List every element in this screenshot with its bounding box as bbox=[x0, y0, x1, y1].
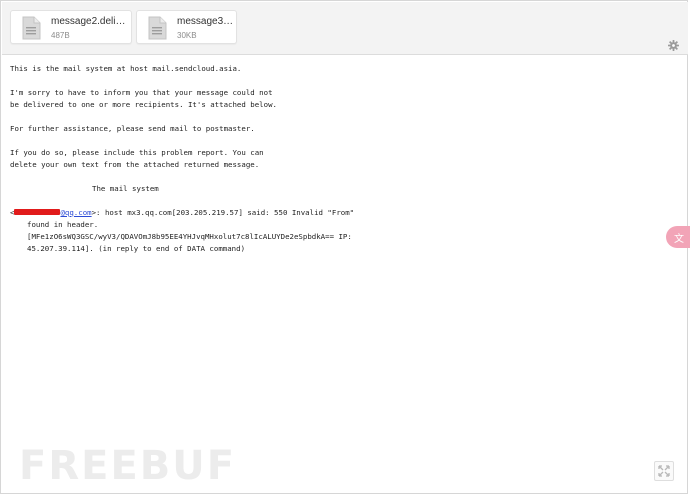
watermark: FREEBUF bbox=[19, 443, 237, 489]
attachment-message2[interactable]: message2.deliver... 487B bbox=[10, 10, 132, 44]
message-body: This is the mail system at host mail.sen… bbox=[10, 63, 660, 255]
translate-bubble[interactable]: 文 bbox=[666, 226, 690, 248]
attachment-size: 487B bbox=[51, 31, 70, 40]
file-icon bbox=[22, 16, 41, 40]
body-line: For further assistance, please send mail… bbox=[10, 124, 255, 133]
body-line: 45.207.39.114]. (in reply to end of DATA… bbox=[27, 244, 246, 253]
body-line: This is the mail system at host mail.sen… bbox=[10, 64, 242, 73]
body-line: [MFe1zO6sWQ3GSC/wyV3/QDAVOmJ8b95EE4YHJvq… bbox=[27, 232, 352, 241]
attachment-message3[interactable]: message3.eml 30KB bbox=[136, 10, 237, 44]
file-icon bbox=[148, 16, 167, 40]
email-viewer: message2.deliver... 487B message3.eml 30… bbox=[0, 0, 688, 494]
attachment-name: message2.deliver... bbox=[51, 16, 129, 27]
body-line: I'm sorry to have to inform you that you… bbox=[10, 88, 273, 97]
signature-line: The mail system bbox=[92, 184, 159, 193]
body-line: If you do so, please include this proble… bbox=[10, 148, 264, 157]
body-line: delete your own text from the attached r… bbox=[10, 160, 260, 169]
translate-icon: 文 bbox=[674, 234, 684, 245]
gear-icon[interactable] bbox=[668, 40, 679, 51]
attachment-size: 30KB bbox=[177, 31, 197, 40]
expand-icon bbox=[658, 465, 670, 477]
body-line: found in header. bbox=[27, 220, 99, 229]
redaction-mark bbox=[14, 209, 61, 215]
attachment-bar: message2.deliver... 487B message3.eml 30… bbox=[2, 2, 688, 55]
expand-button[interactable] bbox=[654, 461, 674, 481]
smtp-response: >: host mx3.qq.com[203.205.219.57] said:… bbox=[91, 208, 355, 217]
recipient-email-link[interactable]: @qq.com bbox=[60, 208, 91, 217]
attachment-name: message3.eml bbox=[177, 16, 235, 27]
body-line: be delivered to one or more recipients. … bbox=[10, 100, 277, 109]
recipient-line: < @qq.com>: host mx3.qq.com[203.205.219.5… bbox=[10, 207, 660, 219]
